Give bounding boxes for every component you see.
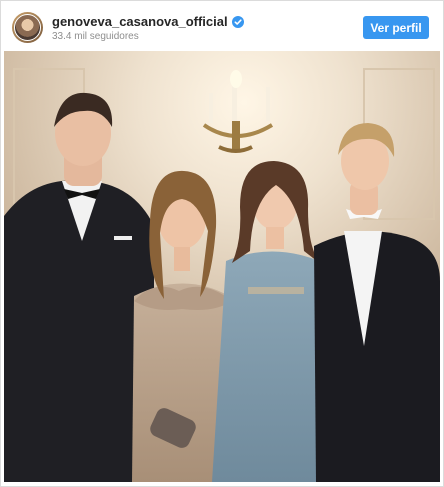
profile-avatar-image [14,14,41,41]
post-photo[interactable] [4,51,440,482]
post-header: genoveva_casanova_official 33.4 mil segu… [1,1,443,51]
view-profile-button[interactable]: Ver perfil [363,16,429,39]
instagram-embed-card: genoveva_casanova_official 33.4 mil segu… [0,0,444,487]
username-row: genoveva_casanova_official [52,14,244,29]
verified-badge-icon [231,15,244,28]
avatar[interactable] [12,12,43,43]
username-link[interactable]: genoveva_casanova_official [52,14,228,29]
photo-illustration [4,51,440,482]
follower-count: 33.4 mil seguidores [52,31,139,42]
